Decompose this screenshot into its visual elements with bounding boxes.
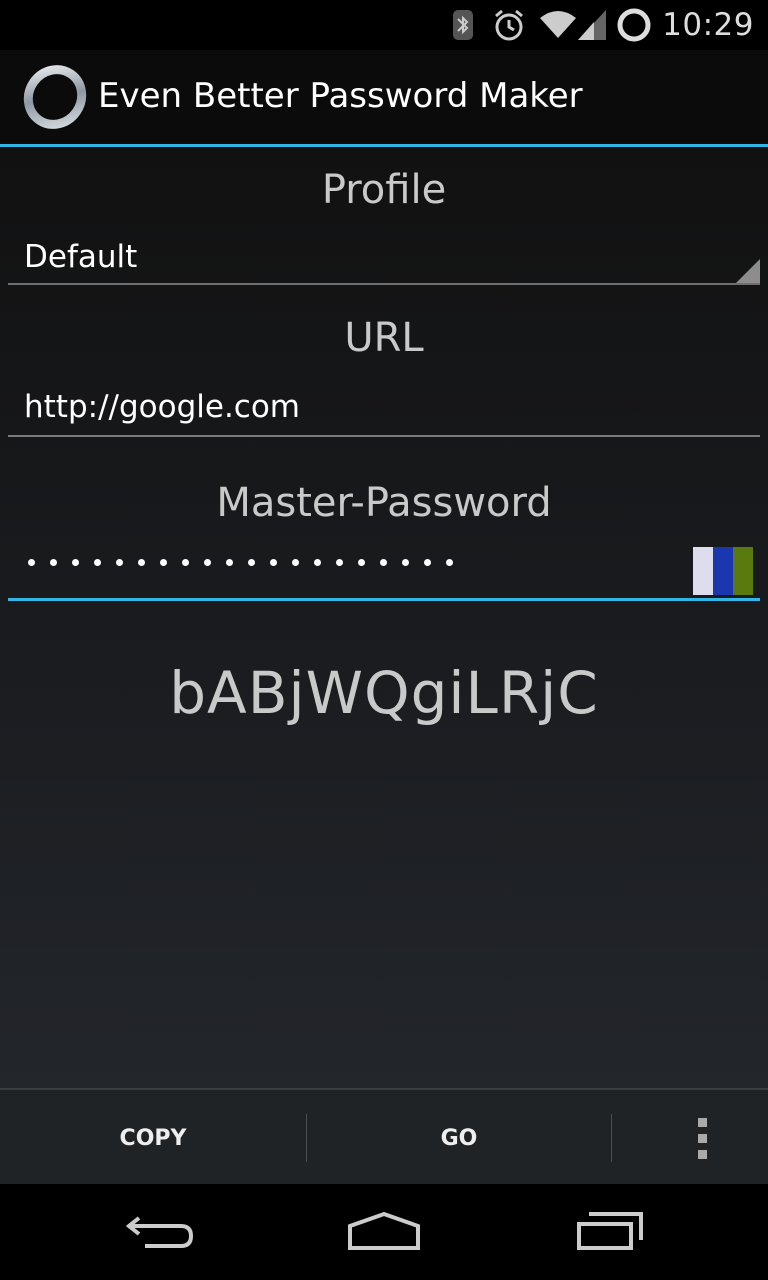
- password-dot: [314, 559, 321, 566]
- password-dot: [292, 559, 299, 566]
- wifi-icon: [540, 10, 577, 40]
- recents-icon[interactable]: [550, 1184, 670, 1280]
- divider: [611, 1114, 612, 1162]
- url-label: URL: [344, 315, 424, 361]
- dropdown-arrow-icon: [736, 259, 760, 283]
- password-dot: [94, 559, 101, 566]
- sync-icon: [616, 7, 652, 43]
- profile-value[interactable]: Default: [24, 239, 137, 275]
- generated-password[interactable]: bABjWQgiLRjC: [0, 659, 768, 727]
- password-dot: [270, 559, 277, 566]
- password-dot: [248, 559, 255, 566]
- url-value[interactable]: http://google.com: [24, 389, 300, 425]
- alarm-icon: [492, 8, 526, 42]
- profile-underline: [8, 283, 760, 285]
- navigation-bar: [0, 1184, 768, 1280]
- password-dot: [336, 559, 343, 566]
- ring-icon[interactable]: [22, 64, 88, 134]
- password-dot: [72, 559, 79, 566]
- password-dot: [424, 559, 431, 566]
- password-dot: [50, 559, 57, 566]
- color-chip-segment: [733, 547, 753, 595]
- password-dot: [380, 559, 387, 566]
- signal-icon: [578, 10, 607, 40]
- master-password-underline: [8, 598, 760, 601]
- action-bar: Even Better Password Maker: [0, 50, 768, 147]
- password-color-chip: [693, 547, 753, 595]
- go-button[interactable]: GO: [307, 1090, 611, 1186]
- app-title: Even Better Password Maker: [98, 76, 583, 116]
- main-content: Profile Default URL http://google.com Ma…: [0, 147, 768, 1088]
- password-dot: [402, 559, 409, 566]
- master-password-label: Master-Password: [216, 480, 552, 526]
- copy-button[interactable]: COPY: [0, 1090, 306, 1186]
- status-bar: 10:29: [0, 0, 768, 50]
- url-underline: [8, 435, 760, 437]
- status-icons: 10:29: [452, 0, 754, 50]
- back-icon[interactable]: [100, 1184, 220, 1280]
- color-chip-segment: [713, 547, 733, 595]
- password-dot: [204, 559, 211, 566]
- master-password-dots[interactable]: [28, 559, 468, 566]
- password-dot: [160, 559, 167, 566]
- password-dot: [358, 559, 365, 566]
- overflow-menu-icon[interactable]: [698, 1118, 707, 1166]
- password-dot: [446, 559, 453, 566]
- profile-label: Profile: [321, 167, 447, 213]
- password-dot: [182, 559, 189, 566]
- color-chip-segment: [693, 547, 713, 595]
- password-dot: [28, 559, 35, 566]
- bottom-action-bar: COPY GO: [0, 1088, 768, 1186]
- bluetooth-icon: [452, 9, 474, 41]
- password-dot: [116, 559, 123, 566]
- status-clock: 10:29: [662, 7, 754, 43]
- password-dot: [226, 559, 233, 566]
- password-dot: [138, 559, 145, 566]
- home-icon[interactable]: [324, 1184, 444, 1280]
